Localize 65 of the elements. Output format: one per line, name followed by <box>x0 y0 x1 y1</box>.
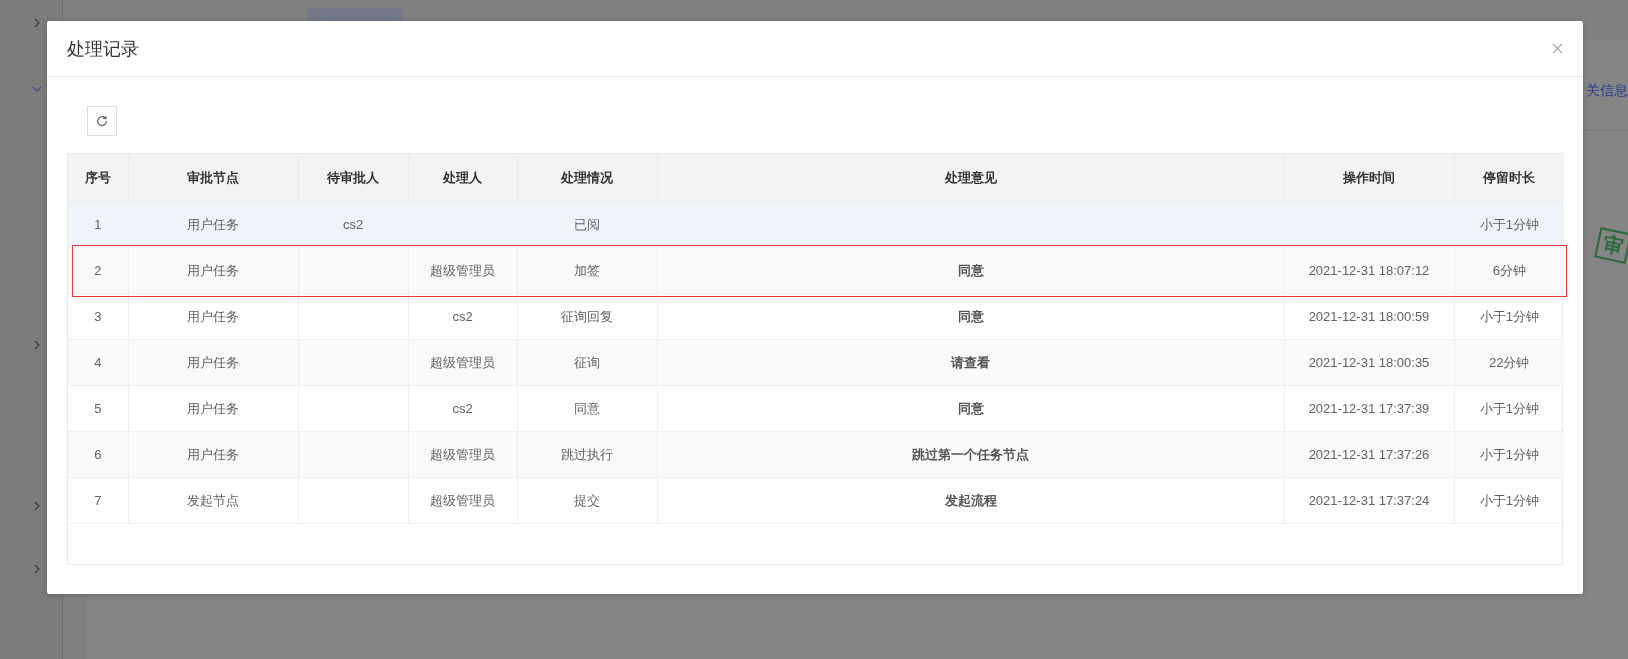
table-cell: 2021-12-31 17:37:24 <box>1284 477 1454 524</box>
table-cell: 用户任务 <box>128 431 298 478</box>
table-cell: 发起流程 <box>657 477 1284 524</box>
table-cell: 小于1分钟 <box>1454 201 1564 248</box>
table-cell: 2021-12-31 17:37:39 <box>1284 385 1454 432</box>
table-cell: 同意 <box>517 385 657 432</box>
table-cell: 征询 <box>517 339 657 386</box>
table-cell: 超级管理员 <box>408 431 517 478</box>
table-cell: 3 <box>68 293 128 340</box>
table-cell: 小于1分钟 <box>1454 385 1564 432</box>
table-cell: 用户任务 <box>128 293 298 340</box>
dialog-title: 处理记录 <box>67 37 139 61</box>
table-cell: 用户任务 <box>128 201 298 248</box>
table-cell: 用户任务 <box>128 247 298 294</box>
column-header: 序号 <box>68 154 128 202</box>
table-cell: 小于1分钟 <box>1454 293 1564 340</box>
table-cell: cs2 <box>408 293 517 340</box>
column-header: 处理意见 <box>657 154 1284 202</box>
column-header: 处理人 <box>408 154 517 202</box>
table-cell: cs2 <box>298 201 408 248</box>
table-cell: 超级管理员 <box>408 247 517 294</box>
table-cell: 小于1分钟 <box>1454 477 1564 524</box>
table-cell: 用户任务 <box>128 339 298 386</box>
table-cell: 跳过执行 <box>517 431 657 478</box>
table-cell: 超级管理员 <box>408 339 517 386</box>
chevron-right-icon[interactable] <box>32 340 42 350</box>
table-cell: 征询回复 <box>517 293 657 340</box>
table-cell: 跳过第一个任务节点 <box>657 431 1284 478</box>
column-header: 待审批人 <box>298 154 408 202</box>
table-cell: 2 <box>68 247 128 294</box>
table-cell: 2021-12-31 17:37:26 <box>1284 431 1454 478</box>
chevron-right-icon[interactable] <box>32 18 42 28</box>
table-cell: 同意 <box>657 247 1284 294</box>
table-cell: 6 <box>68 431 128 478</box>
table-cell: 2021-12-31 18:00:59 <box>1284 293 1454 340</box>
table-cell: 用户任务 <box>128 385 298 432</box>
refresh-button[interactable] <box>87 106 117 136</box>
table-cell: 已阅 <box>517 201 657 248</box>
table-cell: 2021-12-31 18:07:12 <box>1284 247 1454 294</box>
table-cell: 6分钟 <box>1454 247 1564 294</box>
column-header: 停留时长 <box>1454 154 1564 202</box>
chevron-down-icon[interactable] <box>32 84 42 94</box>
table-cell: 提交 <box>517 477 657 524</box>
table-cell: 4 <box>68 339 128 386</box>
chevron-right-icon[interactable] <box>32 501 42 511</box>
column-header: 审批节点 <box>128 154 298 202</box>
close-icon[interactable] <box>1552 43 1563 54</box>
table-cell: 加签 <box>517 247 657 294</box>
table-cell: 请查看 <box>657 339 1284 386</box>
table-cell: 同意 <box>657 385 1284 432</box>
table-cell: 5 <box>68 385 128 432</box>
link[interactable]: 关信息 <box>1586 82 1628 100</box>
column-header: 处理情况 <box>517 154 657 202</box>
table-cell: 1 <box>68 201 128 248</box>
table-cell: cs2 <box>408 385 517 432</box>
table-cell: 7 <box>68 477 128 524</box>
table-cell: 发起节点 <box>128 477 298 524</box>
table-cell: 小于1分钟 <box>1454 431 1564 478</box>
chevron-right-icon[interactable] <box>32 564 42 574</box>
refresh-icon <box>95 114 109 128</box>
table-cell: 同意 <box>657 293 1284 340</box>
table-cell: 2021-12-31 18:00:35 <box>1284 339 1454 386</box>
table-cell: 超级管理员 <box>408 477 517 524</box>
table-cell: 22分钟 <box>1454 339 1564 386</box>
column-header: 操作时间 <box>1284 154 1454 202</box>
